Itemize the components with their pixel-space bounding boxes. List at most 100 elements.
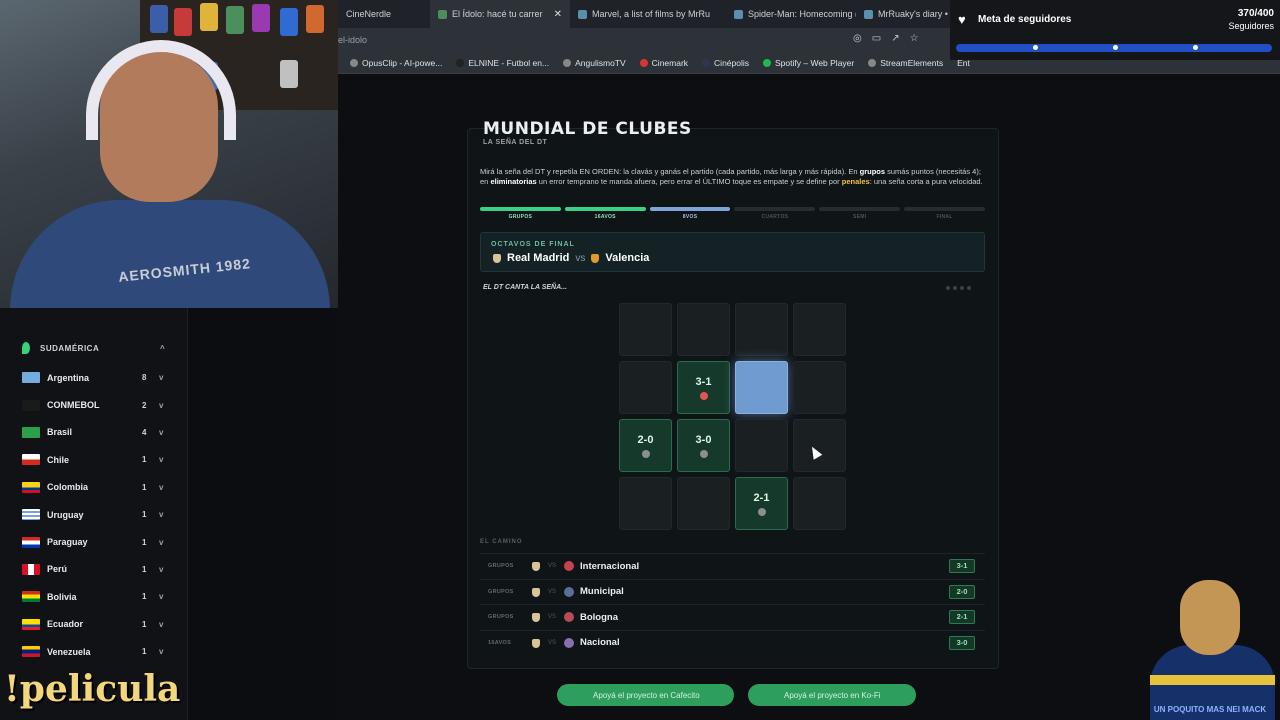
path-row: GRUPOS VS Bologna 2-1	[480, 604, 985, 630]
path-row: GRUPOS VS Municipal 2-0	[480, 578, 985, 605]
municipal-crest-icon	[564, 586, 574, 597]
cell-score: 2-1	[753, 492, 770, 504]
sidebar-item-bolivia[interactable]: Bolivia 1 v	[22, 583, 172, 610]
cast-icon[interactable]: ▭	[872, 33, 881, 44]
tab-el-idolo[interactable]: El Ídolo: hacé tu carrera e✕	[430, 0, 570, 28]
sidebar-item-brasil[interactable]: Brasil 4 v	[22, 419, 172, 446]
sidebar-item-venezuela[interactable]: Venezuela 1 v	[22, 638, 172, 665]
chevron-down-icon: v	[159, 564, 164, 574]
internacional-crest-icon	[564, 561, 574, 571]
bookmark-cinemark[interactable]: Cinemark	[639, 58, 688, 68]
result-badge: 2-1	[949, 610, 975, 624]
cafecito-button[interactable]: Apoyá el proyecto en Cafecito	[557, 684, 734, 706]
nacional-crest-icon	[564, 637, 574, 648]
grid-cell[interactable]	[793, 361, 846, 414]
bookmark-cinepolis[interactable]: Cinépolis	[702, 58, 749, 68]
grid-cell[interactable]	[677, 303, 730, 356]
bookmark-icon	[639, 58, 648, 67]
grid-cell[interactable]: 2-1	[735, 477, 788, 530]
address-tools: ◎ ▭ ↗ ☆	[853, 33, 919, 44]
goal-label: Meta de seguidores	[978, 14, 1072, 25]
grid-cell[interactable]	[735, 419, 788, 472]
grid-cell-active[interactable]	[735, 361, 788, 414]
real-madrid-crest-icon	[532, 613, 540, 622]
sidebar-item-ecuador[interactable]: Ecuador 1 v	[22, 611, 172, 638]
mascot-stripe	[1150, 675, 1275, 685]
screen: AEROSMITH 1982 CineNerdle El Ídolo: hacé…	[0, 0, 1280, 720]
bookmark-icon	[350, 58, 358, 67]
path-row: 16AVOS VS Nacional 3-0	[480, 629, 985, 656]
bookmark-opusclip[interactable]: OpusClip - AI-powe...	[350, 58, 442, 68]
grid-cell[interactable]	[619, 361, 672, 414]
grid-cell[interactable]	[619, 477, 672, 530]
grid-cell[interactable]: 3-1	[677, 361, 730, 414]
sidebar-item-peru[interactable]: Perú 1 v	[22, 556, 172, 583]
tab-marvel[interactable]: Marvel, a list of films by MrRu	[570, 0, 726, 28]
share-icon[interactable]: ↗	[891, 33, 899, 44]
signal-grid: 3-1 2-0 3-0 2-1	[619, 303, 847, 530]
translate-icon[interactable]: ◎	[853, 33, 862, 44]
grid-cell[interactable]	[619, 303, 672, 356]
chevron-up-icon[interactable]: ^	[160, 344, 165, 353]
url-text[interactable]: el-idolo	[338, 35, 367, 45]
opponent-crest-icon	[700, 450, 708, 458]
cell-score: 3-1	[695, 376, 712, 388]
path-list: GRUPOS VS Internacional 3-1 GRUPOS VS Municip…	[480, 553, 985, 655]
bookmark-icon	[563, 58, 572, 67]
flag-icon	[22, 509, 40, 521]
flag-icon	[22, 563, 40, 575]
opponent-crest-icon	[700, 392, 708, 400]
grid-cell[interactable]	[793, 303, 846, 356]
sidebar-item-chile[interactable]: Chile 1 v	[22, 446, 172, 473]
chevron-down-icon: v	[159, 510, 164, 520]
cell-score: 2-0	[637, 434, 654, 446]
grid-cell[interactable]	[793, 419, 846, 472]
mascot-head	[1180, 580, 1240, 655]
flag-icon	[22, 454, 40, 466]
grid-cell[interactable]	[793, 477, 846, 530]
sidebar-item-paraguay[interactable]: Paraguay 1 v	[22, 528, 172, 555]
tab-spiderman[interactable]: Spider-Man: Homecoming (20	[726, 0, 856, 28]
bologna-crest-icon	[564, 612, 574, 622]
grid-cell[interactable]	[735, 303, 788, 356]
region-pin-icon	[22, 342, 30, 354]
kofi-button[interactable]: Apoyá el proyecto en Ko-Fi	[748, 684, 916, 706]
flag-icon	[22, 646, 40, 658]
real-madrid-crest-icon	[493, 253, 501, 263]
webcam-overlay: AEROSMITH 1982	[0, 0, 338, 308]
close-tab-icon[interactable]: ✕	[554, 9, 562, 20]
spotify-icon	[763, 58, 772, 67]
chevron-down-icon: v	[159, 619, 164, 629]
bookmark-star-icon[interactable]: ☆	[910, 33, 919, 44]
sidebar-item-conmebol[interactable]: CONMEBOL 2 v	[22, 391, 172, 418]
flag-icon	[22, 426, 40, 438]
stream-command-overlay: !pelicula	[4, 668, 181, 710]
bookmark-elnine[interactable]: ELNINE - Futbol en...	[456, 58, 549, 68]
real-madrid-crest-icon	[532, 587, 540, 597]
tab-cinenerdle[interactable]: CineNerdle	[338, 0, 430, 28]
flag-icon	[22, 618, 40, 630]
goal-tick	[1113, 45, 1118, 50]
opponent-crest-icon	[642, 450, 650, 458]
mascot-overlay: UN POQUITO MAS NEI MACK	[1140, 575, 1280, 720]
heart-hands-icon: ♥	[958, 12, 966, 27]
stage-progress: GRUPOS 16AVOS 8VOS CUARTOS SEMI FINAL	[480, 207, 985, 220]
sidebar-item-argentina[interactable]: Argentina 8 v	[22, 364, 172, 391]
grid-cell[interactable]: 2-0	[619, 419, 672, 472]
stage-8vos: 8VOS	[649, 207, 731, 220]
grid-cell[interactable]	[677, 477, 730, 530]
chevron-down-icon: v	[159, 647, 164, 657]
sidebar-region-header[interactable]: SUDAMÉRICA ^	[22, 342, 165, 354]
game-instructions: Mirá la seña del DT y repetila EN ORDEN:…	[480, 167, 983, 186]
chevron-down-icon: v	[159, 400, 164, 410]
grid-cell[interactable]: 3-0	[677, 419, 730, 472]
flag-icon	[22, 536, 40, 548]
bookmark-spotify[interactable]: Spotify – Web Player	[763, 58, 854, 68]
bookmark-streamelements[interactable]: StreamElements	[868, 58, 943, 68]
stage-cuartos: CUARTOS	[734, 207, 816, 220]
match-teams: Real Madrid vs Valencia	[493, 252, 649, 264]
sidebar-item-uruguay[interactable]: Uruguay 1 v	[22, 501, 172, 528]
goal-count: 370/400	[1237, 8, 1274, 19]
bookmark-angulismo[interactable]: AngulismoTV	[563, 58, 626, 68]
sidebar-item-colombia[interactable]: Colombia 1 v	[22, 474, 172, 501]
